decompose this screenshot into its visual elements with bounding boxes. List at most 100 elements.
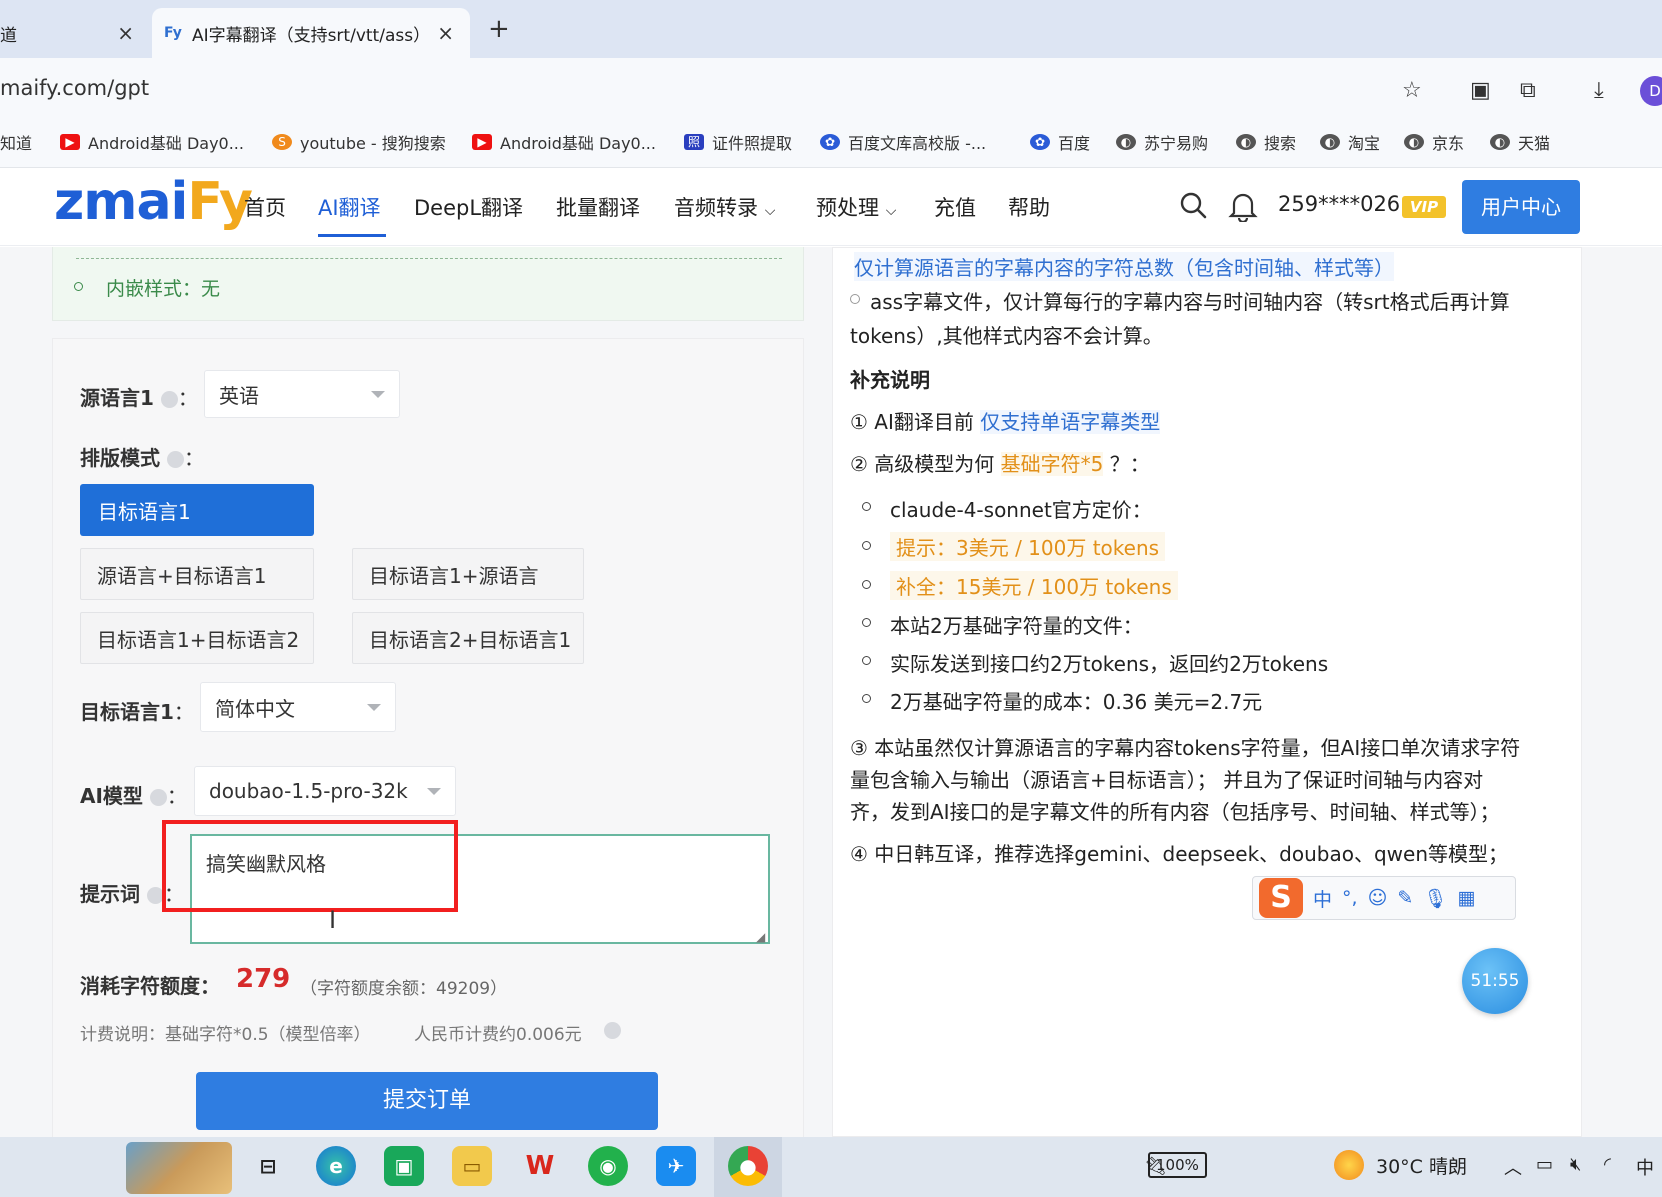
nav-ai-translate[interactable]: AI翻译 (318, 192, 381, 222)
layout-mode-text: 排版模式 (80, 446, 160, 470)
logo-accent: Fy (187, 172, 253, 232)
bookmark-item[interactable]: ◐ 苏宁易购 (1116, 130, 1208, 154)
pricing-bullet: 本站2万基础字符量的文件： (890, 614, 1143, 638)
emoji-icon[interactable]: ☺ (1368, 887, 1388, 909)
info-icon[interactable] (604, 1022, 621, 1039)
ass-note-line2: tokens）,其他样式内容不会计算。 (850, 324, 1163, 348)
bookmark-label: 天猫 (1518, 134, 1551, 153)
bullet-icon (862, 502, 871, 511)
ime-indicator[interactable]: 中 (1636, 1154, 1654, 1180)
layout-option[interactable]: 源语言+目标语言1 (80, 548, 314, 600)
nav-recharge[interactable]: 充值 (934, 192, 976, 222)
source-language-select[interactable]: 英语 (204, 370, 400, 418)
microphone-icon[interactable]: 🎙︎ (1423, 887, 1447, 910)
site-logo[interactable]: zmaiFy (54, 172, 253, 232)
ime-toolbar[interactable]: S 中 °, ☺ ✎ 🎙︎ ▦ (1252, 876, 1516, 920)
wechat-icon[interactable]: ◉ (588, 1146, 628, 1186)
bookmark-item[interactable]: 照证件照提取 (684, 130, 792, 154)
nav-batch[interactable]: 批量翻译 (556, 192, 640, 222)
feishu-icon[interactable]: ✈ (656, 1146, 696, 1186)
nav-home[interactable]: 首页 (244, 192, 286, 222)
chevron-up-icon[interactable]: ︿ (1504, 1154, 1522, 1180)
close-tab-icon[interactable]: × (437, 21, 454, 45)
bookmark-label: youtube - 搜狗搜索 (300, 134, 446, 153)
info-icon[interactable] (160, 391, 178, 408)
billing-note: 计费说明：基础字符*0.5（模型倍率） (80, 1025, 371, 1045)
profile-avatar[interactable]: D (1640, 76, 1662, 106)
ai-model-value: doubao-1.5-pro-32k (209, 779, 408, 803)
target-language-value: 简体中文 (215, 696, 295, 721)
sogou-logo-icon[interactable]: S (1259, 878, 1303, 918)
pricing-bullet: 2万基础字符量的成本：0.36 美元=2.7元 (890, 690, 1263, 714)
bookmark-item[interactable]: ✿ 百度 (1030, 130, 1090, 154)
bookmark-item[interactable]: Syoutube - 搜狗搜索 (272, 130, 446, 154)
submit-order-button[interactable]: 提交订单 (196, 1072, 658, 1130)
media-app-icon[interactable]: ▣ (384, 1146, 424, 1186)
wifi-icon[interactable]: ◜ (1604, 1154, 1611, 1175)
source-language-label: 源语言1 ： (80, 382, 198, 411)
tab-active[interactable]: Fy AI字幕翻译（支持srt/vtt/ass） × (152, 8, 470, 58)
info-icon[interactable] (166, 451, 184, 468)
download-icon[interactable]: ⤓ (1594, 78, 1604, 103)
speaker-muted-icon[interactable]: 🔇︎ (1570, 1154, 1581, 1175)
resize-handle-icon[interactable]: ◢ (756, 930, 765, 944)
user-account[interactable]: 259****026 (1278, 192, 1400, 216)
picture-in-picture-icon[interactable]: ▣ (1470, 78, 1491, 103)
label-colon: ： (183, 446, 204, 470)
bookmark-label: 百度 (1058, 134, 1091, 153)
bookmark-item[interactable]: 知道 (0, 130, 32, 154)
bell-icon[interactable] (1228, 190, 1258, 226)
cost-value: 279 (236, 964, 291, 994)
count-note: 仅计算源语言的字幕内容的字符总数（包含时间轴、样式等） (854, 252, 1394, 281)
ime-language-toggle[interactable]: 中 (1313, 885, 1332, 912)
nav-deepl[interactable]: DeepL翻译 (414, 192, 523, 222)
layout-option[interactable]: 目标语言1+目标语言2 (80, 612, 314, 664)
search-icon[interactable] (1178, 190, 1208, 224)
file-explorer-icon[interactable]: ▭ (452, 1146, 492, 1186)
tab-inactive[interactable]: 道 × (0, 8, 150, 58)
edge-icon[interactable]: e (316, 1146, 356, 1186)
inline-style-info: 内嵌样式：无 (106, 278, 221, 300)
bookmark-label: 淘宝 (1348, 134, 1381, 153)
chrome-icon[interactable]: ● (728, 1146, 768, 1186)
recording-timer[interactable]: 51:55 (1462, 948, 1528, 1014)
star-icon[interactable]: ☆ (1402, 78, 1422, 103)
wps-icon[interactable]: W (520, 1146, 560, 1186)
target-language-select[interactable]: 简体中文 (200, 682, 396, 732)
skin-icon[interactable]: ✎ (1397, 887, 1413, 909)
layout-option[interactable]: 目标语言1+源语言 (352, 548, 584, 600)
source-language-value: 英语 (219, 383, 259, 408)
punctuation-icon[interactable]: °, (1342, 887, 1358, 909)
layout-option[interactable]: 目标语言2+目标语言1 (352, 612, 584, 664)
weather-widget[interactable]: 30°C 晴朗 (1376, 1152, 1467, 1179)
ai-model-text: AI模型 (80, 784, 143, 808)
layout-option-selected[interactable]: 目标语言1 (80, 484, 314, 536)
nav-help[interactable]: 帮助 (1008, 192, 1050, 222)
bookmark-item[interactable]: ▶ Android基础 Day0... (472, 130, 656, 154)
globe-icon: ◐ (1116, 134, 1136, 150)
bookmark-item[interactable]: ✿ 百度文库高校版 -... (820, 130, 986, 154)
bookmark-item[interactable]: ◐ 淘宝 (1320, 130, 1380, 154)
task-view-icon[interactable]: ⊟ (248, 1146, 288, 1186)
battery-indicator[interactable]: 100% (1148, 1152, 1207, 1178)
nav-audio[interactable]: 音频转录 ⌵ (674, 192, 775, 222)
nav-preprocess[interactable]: 预处理 ⌵ (816, 192, 896, 222)
bookmark-item[interactable]: ◐ 搜索 (1236, 130, 1296, 154)
bookmark-item[interactable]: ◐ 天猫 (1490, 130, 1550, 154)
single-language-link[interactable]: 仅支持单语字幕类型 (980, 410, 1161, 434)
user-center-button[interactable]: 用户中心 (1462, 180, 1580, 234)
new-tab-button[interactable]: + (488, 14, 510, 44)
battery-icon[interactable]: ▭ (1536, 1154, 1553, 1175)
extensions-icon[interactable]: ⧉ (1520, 78, 1536, 103)
bookmark-item[interactable]: ◐ 京东 (1404, 130, 1464, 154)
chevron-down-icon: ⌵ (764, 203, 776, 219)
ai-model-select[interactable]: doubao-1.5-pro-32k (194, 766, 456, 816)
widgets-icon[interactable] (126, 1142, 232, 1194)
close-tab-icon[interactable]: × (117, 21, 134, 45)
info-icon[interactable] (149, 789, 167, 806)
grid-icon[interactable]: ▦ (1457, 887, 1475, 909)
temperature: 30°C (1376, 1156, 1423, 1178)
url-field[interactable]: maify.com/gpt (0, 76, 149, 100)
bookmark-item[interactable]: ▶ Android基础 Day0... (60, 130, 244, 154)
ass-note-line1: ass字幕文件，仅计算每行的字幕内容与时间轴内容（转srt格式后再计算 (870, 290, 1510, 314)
